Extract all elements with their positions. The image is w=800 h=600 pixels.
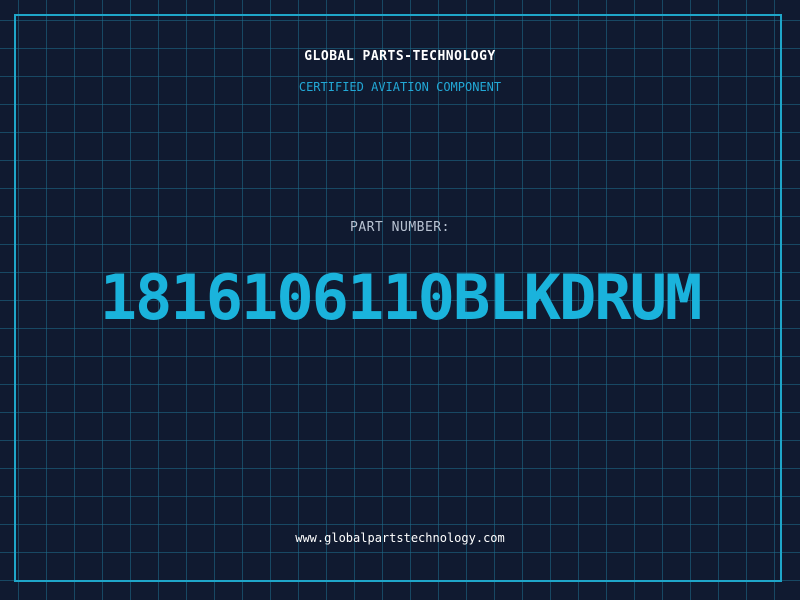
part-number-label: PART NUMBER: <box>350 220 450 235</box>
part-number-value: 1816106110BLKDRUM <box>99 261 703 334</box>
website-url: www.globalpartstechnology.com <box>295 531 505 545</box>
part-card: GLOBAL PARTS-TECHNOLOGY CERTIFIED AVIATI… <box>0 0 800 600</box>
company-name: GLOBAL PARTS-TECHNOLOGY <box>304 49 496 64</box>
certification-tagline: CERTIFIED AVIATION COMPONENT <box>298 80 502 94</box>
